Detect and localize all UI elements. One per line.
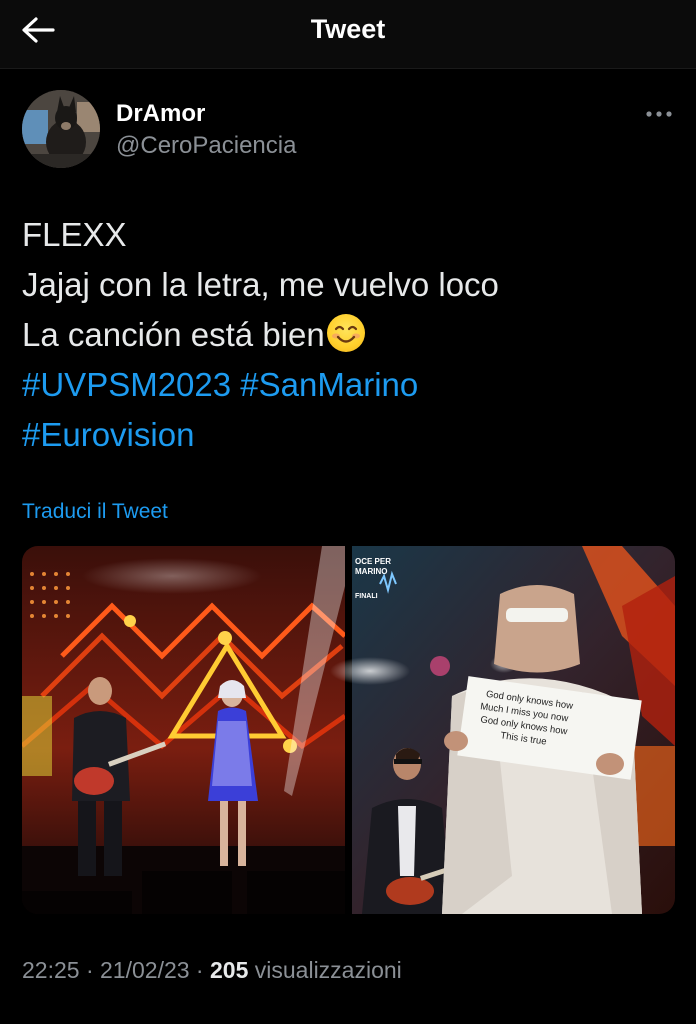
hashtag-link[interactable]: #SanMarino xyxy=(240,366,418,403)
tweet-line-text: La canción está bien xyxy=(22,316,325,353)
avatar-dog-icon xyxy=(22,90,100,168)
more-horizontal-icon xyxy=(646,111,672,117)
page-title: Tweet xyxy=(310,14,386,44)
media-grid: OCE PER MARINO FINALI God only knows how xyxy=(22,546,675,914)
top-bar: Tweet xyxy=(0,0,696,69)
svg-text:MARINO: MARINO xyxy=(355,567,387,576)
media-photos: OCE PER MARINO FINALI God only knows how xyxy=(22,546,675,914)
photo-left[interactable] xyxy=(22,546,347,914)
tweet-meta: 22:25 · 21/02/23 · 205 visualizzazioni xyxy=(22,957,402,984)
hashtag-link[interactable]: #UVPSM2023 xyxy=(22,366,231,403)
tweet-date: 21/02/23 xyxy=(100,957,190,983)
hashtag-line: #Eurovision xyxy=(22,410,672,460)
more-options-button[interactable] xyxy=(640,100,678,128)
avatar[interactable] xyxy=(22,90,100,168)
svg-text:FINALI: FINALI xyxy=(355,593,378,600)
tweet-time: 22:25 xyxy=(22,957,80,983)
smiling-face-icon xyxy=(326,314,365,352)
svg-text:OCE PER: OCE PER xyxy=(355,557,391,566)
views-count: 205 xyxy=(210,957,249,983)
author-display-name[interactable]: DrAmor xyxy=(116,100,205,128)
tweet-line: FLEXX xyxy=(22,216,127,253)
separator: · xyxy=(79,957,101,983)
separator: · xyxy=(189,957,210,983)
hashtag-line: #UVPSM2023 #SanMarino xyxy=(22,360,672,410)
tweet-line: Jajaj con la letra, me vuelvo loco xyxy=(22,266,499,303)
views-label: visualizzazioni xyxy=(248,957,402,983)
hashtag-link[interactable]: #Eurovision xyxy=(22,416,194,453)
author-handle[interactable]: @CeroPaciencia xyxy=(116,132,296,160)
tweet-text: FLEXX Jajaj con la letra, me vuelvo loco… xyxy=(22,210,672,460)
translate-tweet-link[interactable]: Traduci il Tweet xyxy=(22,500,168,524)
tweet-line-with-emoji: La canción está bien xyxy=(22,310,672,360)
photo-right[interactable]: OCE PER MARINO FINALI God only knows how xyxy=(330,546,675,914)
